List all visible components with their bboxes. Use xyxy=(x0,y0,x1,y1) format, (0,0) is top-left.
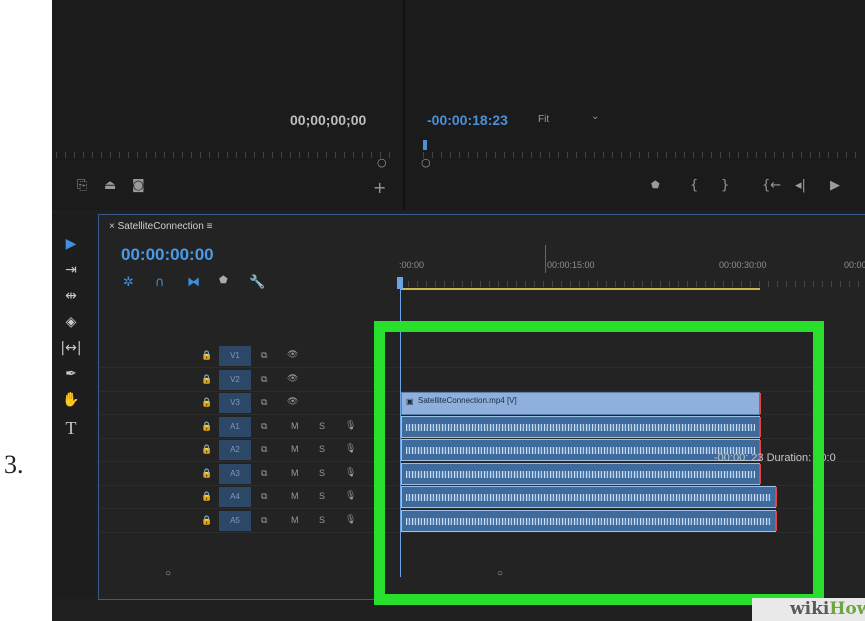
lock-icon[interactable]: 🔒 xyxy=(201,468,212,479)
sequence-tab[interactable]: × SatelliteConnection ≡ xyxy=(109,221,212,232)
lock-icon[interactable]: 🔒 xyxy=(201,374,212,385)
lock-icon[interactable]: 🔒 xyxy=(201,444,212,455)
mic-icon[interactable]: 🎙 xyxy=(345,514,356,525)
eye-icon[interactable]: 👁 xyxy=(287,373,298,384)
track-target[interactable]: A5 xyxy=(219,510,251,531)
razor-tool-icon[interactable]: ◈ xyxy=(60,314,82,332)
playhead-circle-icon[interactable]: ○ xyxy=(421,156,431,169)
step-number: 3. xyxy=(4,450,24,479)
solo-button[interactable]: S xyxy=(319,421,325,431)
slip-tool-icon[interactable]: |↔| xyxy=(60,340,82,358)
ripple-edit-tool-icon[interactable]: ⇹ xyxy=(60,288,82,306)
nest-icon[interactable]: ✲ xyxy=(123,275,134,290)
premiere-screenshot: 00;00;00;00 ○ ⎘ ⏏ ◙ + -00:00:18:23 Fit ⌄… xyxy=(52,0,865,621)
sync-lock-icon[interactable]: ⧉ xyxy=(261,444,267,455)
track-target[interactable]: A2 xyxy=(219,440,251,460)
track-select-tool-icon[interactable]: ⇥ xyxy=(60,262,82,280)
lock-icon[interactable]: 🔒 xyxy=(201,515,212,526)
sync-lock-icon[interactable]: ⧉ xyxy=(261,350,267,361)
mic-icon[interactable]: 🎙 xyxy=(345,443,356,454)
sync-lock-icon[interactable]: ⧉ xyxy=(261,374,267,385)
scroll-left-handle[interactable]: ○ xyxy=(165,568,171,579)
pen-tool-icon[interactable]: ✒ xyxy=(60,366,82,384)
selection-tool-icon[interactable]: ▶ xyxy=(60,236,82,254)
mute-button[interactable]: M xyxy=(291,421,299,431)
track-target[interactable]: V2 xyxy=(219,369,251,390)
track-target[interactable]: V3 xyxy=(219,393,251,413)
sequence-name: SatelliteConnection xyxy=(117,221,204,232)
solo-button[interactable]: S xyxy=(319,515,325,525)
marker-icon[interactable]: ⬟ xyxy=(651,180,660,191)
wikihow-watermark: wikiHow xyxy=(752,598,865,621)
lock-icon[interactable]: 🔒 xyxy=(201,397,212,408)
source-monitor: 00;00;00;00 ○ ⎘ ⏏ ◙ + xyxy=(52,0,405,210)
ruler-label: 00:00:30:00 xyxy=(719,260,767,270)
lock-icon[interactable]: 🔒 xyxy=(201,421,212,432)
source-timecode: 00;00;00;00 xyxy=(290,112,367,128)
go-to-in-icon[interactable]: {← xyxy=(762,178,781,193)
play-icon[interactable]: ▶ xyxy=(830,178,840,193)
add-button-icon[interactable]: + xyxy=(373,178,386,197)
sync-lock-icon[interactable]: ⧉ xyxy=(261,468,267,479)
hand-tool-icon[interactable]: ✋ xyxy=(60,392,82,410)
wrench-icon[interactable]: 🔧 xyxy=(249,275,265,290)
sync-lock-icon[interactable]: ⧉ xyxy=(261,421,267,432)
add-marker-icon[interactable]: ⬟ xyxy=(219,275,228,286)
highlight-box xyxy=(374,321,824,605)
solo-button[interactable]: S xyxy=(319,468,325,478)
sync-lock-icon[interactable]: ⧉ xyxy=(261,397,267,408)
solo-button[interactable]: S xyxy=(319,444,325,454)
track-target[interactable]: V1 xyxy=(219,346,251,366)
program-timecode: -00:00:18:23 xyxy=(427,112,508,128)
eye-icon[interactable]: 👁 xyxy=(287,349,298,360)
program-ruler xyxy=(423,152,863,158)
ruler-label: 00:00:15:00 xyxy=(547,260,595,270)
eye-icon[interactable]: 👁 xyxy=(287,396,298,407)
linked-selection-icon[interactable]: ⧓ xyxy=(187,275,200,290)
program-playhead-marker[interactable] xyxy=(423,140,427,150)
watermark-wiki: wiki xyxy=(790,599,830,619)
step-back-icon[interactable]: ◂| xyxy=(795,178,806,193)
mute-button[interactable]: M xyxy=(291,491,299,501)
mute-button[interactable]: M xyxy=(291,468,299,478)
in-point-icon[interactable]: { xyxy=(690,178,698,193)
ruler-major-tick xyxy=(545,245,546,273)
lock-icon[interactable]: 🔒 xyxy=(201,491,212,502)
track-target[interactable]: A1 xyxy=(219,416,251,437)
overwrite-icon[interactable]: ⏏ xyxy=(104,178,116,193)
snap-icon[interactable]: ∩ xyxy=(155,275,165,290)
timeline-timecode[interactable]: 00:00:00:00 xyxy=(121,245,214,265)
zoom-select[interactable]: Fit xyxy=(538,114,549,125)
program-monitor: -00:00:18:23 Fit ⌄ ○ ⬟ { } {← ◂| ▶ xyxy=(405,0,865,210)
type-tool-icon[interactable]: T xyxy=(60,418,82,438)
watermark-how: How xyxy=(829,599,865,619)
work-area-bar[interactable] xyxy=(400,288,760,290)
solo-button[interactable]: S xyxy=(319,491,325,501)
out-point-icon[interactable]: } xyxy=(721,178,729,193)
sync-lock-icon[interactable]: ⧉ xyxy=(261,491,267,502)
insert-icon[interactable]: ⎘ xyxy=(77,178,87,193)
horizontal-scrollbar[interactable]: ○ ○ xyxy=(107,568,503,581)
chevron-down-icon[interactable]: ⌄ xyxy=(591,111,599,122)
mute-button[interactable]: M xyxy=(291,515,299,525)
ruler-label: 00:00 xyxy=(844,260,865,270)
mic-icon[interactable]: 🎙 xyxy=(345,420,356,431)
timeline-ruler[interactable] xyxy=(399,281,865,287)
playhead-circle-icon[interactable]: ○ xyxy=(377,156,387,169)
ruler-label: :00:00 xyxy=(399,260,425,270)
source-ruler xyxy=(56,152,396,158)
lock-icon[interactable]: 🔒 xyxy=(201,350,212,361)
mic-icon[interactable]: 🎙 xyxy=(345,490,356,501)
mic-icon[interactable]: 🎙 xyxy=(345,467,356,478)
track-target[interactable]: A4 xyxy=(219,487,251,507)
camera-icon[interactable]: ◙ xyxy=(132,178,145,193)
sync-lock-icon[interactable]: ⧉ xyxy=(261,515,267,526)
tools-panel: ▶ ⇥ ⇹ ◈ |↔| ✒ ✋ T xyxy=(52,214,96,598)
track-target[interactable]: A3 xyxy=(219,463,251,484)
mute-button[interactable]: M xyxy=(291,444,299,454)
